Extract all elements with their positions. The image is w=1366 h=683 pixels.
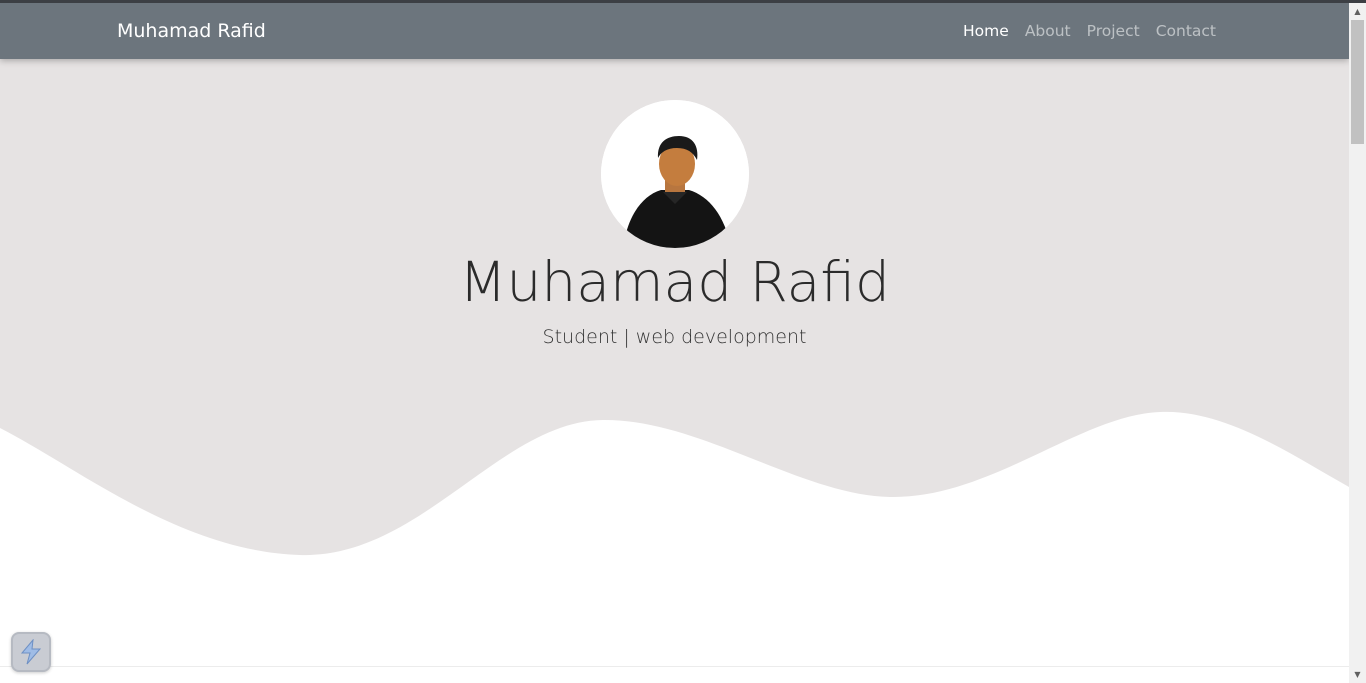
nav-link-project[interactable]: Project — [1079, 22, 1148, 40]
navbar-brand[interactable]: Muhamad Rafid — [117, 20, 266, 42]
scrollbar-thumb[interactable] — [1351, 20, 1364, 144]
nav-link-contact[interactable]: Contact — [1148, 22, 1224, 40]
profile-photo — [601, 100, 749, 248]
hero-tagline: Student | web development — [542, 326, 807, 348]
nav-link-home[interactable]: Home — [955, 22, 1017, 40]
vertical-scrollbar[interactable]: ▲ ▼ — [1349, 3, 1366, 683]
hero-section: Muhamad Rafid Student | web development — [0, 59, 1349, 619]
navbar: Muhamad Rafid Home About Project Contact — [0, 3, 1349, 59]
nav-links: Home About Project Contact — [955, 22, 1224, 40]
nav-link-about[interactable]: About — [1017, 22, 1079, 40]
floating-widget-button[interactable] — [11, 632, 51, 672]
lightning-bolt-icon — [20, 639, 42, 665]
triangle-down-icon[interactable]: ▼ — [1349, 666, 1366, 683]
window-top-edge — [0, 0, 1366, 3]
triangle-up-icon[interactable]: ▲ — [1349, 3, 1366, 20]
section-divider — [0, 666, 1349, 667]
profile-avatar — [601, 100, 749, 248]
page: Muhamad Rafid Home About Project Contact — [0, 0, 1349, 683]
hero-name: Muhamad Rafid — [459, 250, 890, 314]
